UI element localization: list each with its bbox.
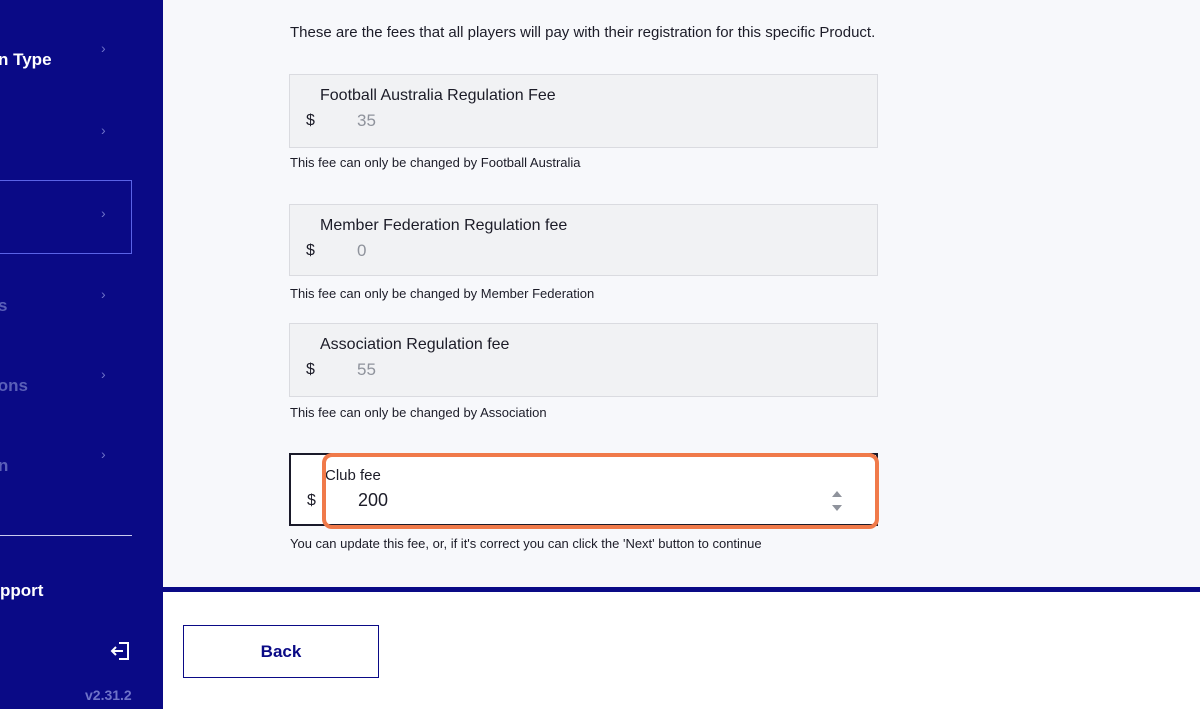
sidebar-item-fees[interactable]: › (0, 180, 132, 254)
sidebar-item-label: n (0, 456, 9, 475)
sidebar-item-6[interactable]: n › (0, 432, 132, 506)
club-fee-note: You can update this fee, or, if it's cor… (290, 536, 762, 551)
fees-intro-text: These are the fees that all players will… (290, 24, 876, 41)
sidebar-item-label: n Type (0, 50, 52, 69)
sidebar-item-registration-type[interactable]: n Type › (0, 26, 132, 100)
fee-note: This fee can only be changed by Member F… (290, 286, 595, 301)
member-federation-fee-field: Member Federation Regulation fee $ 0 (289, 204, 878, 276)
fee-label: Club fee (325, 467, 381, 484)
footer: Back (163, 592, 1200, 709)
club-fee-input[interactable] (358, 490, 758, 511)
fee-note: This fee can only be changed by Associat… (290, 405, 547, 420)
chevron-right-icon: › (101, 446, 106, 462)
fee-label: Association Regulation fee (320, 336, 510, 353)
currency-symbol: $ (307, 492, 316, 509)
club-fee-field[interactable]: Club fee $ (289, 453, 878, 526)
fee-label: Football Australia Regulation Fee (320, 87, 556, 104)
association-fee-field: Association Regulation fee $ 55 (289, 323, 878, 397)
chevron-right-icon: › (101, 205, 106, 221)
number-spinner-icon[interactable] (830, 487, 844, 515)
sidebar-divider (0, 535, 132, 536)
chevron-right-icon: › (101, 122, 106, 138)
sidebar-item-5[interactable]: ons › (0, 352, 132, 426)
fee-note: This fee can only be changed by Football… (290, 155, 581, 170)
fee-label: Member Federation Regulation fee (320, 217, 568, 234)
currency-symbol: $ (306, 361, 315, 378)
back-button[interactable]: Back (183, 625, 379, 678)
fee-value: 35 (357, 111, 376, 130)
chevron-right-icon: › (101, 40, 106, 56)
sidebar-item-4[interactable]: s › (0, 272, 132, 346)
fee-value: 0 (357, 241, 367, 260)
currency-symbol: $ (306, 112, 315, 129)
fee-value: 55 (357, 360, 376, 379)
fa-regulation-fee-field: Football Australia Regulation Fee $ 35 (289, 74, 878, 148)
sidebar-item-2[interactable]: › (0, 100, 132, 174)
chevron-right-icon: › (101, 286, 106, 302)
support-link[interactable]: pport (0, 581, 43, 601)
main-content: These are the fees that all players will… (163, 0, 1200, 587)
chevron-right-icon: › (101, 366, 106, 382)
sidebar: n Type › › › s › ons › n › pport v2.31.2 (0, 0, 163, 709)
currency-symbol: $ (306, 242, 315, 259)
logout-icon[interactable] (109, 640, 131, 662)
sidebar-item-label: s (0, 296, 8, 315)
app-version: v2.31.2 (85, 687, 132, 703)
sidebar-item-label: ons (0, 376, 28, 395)
